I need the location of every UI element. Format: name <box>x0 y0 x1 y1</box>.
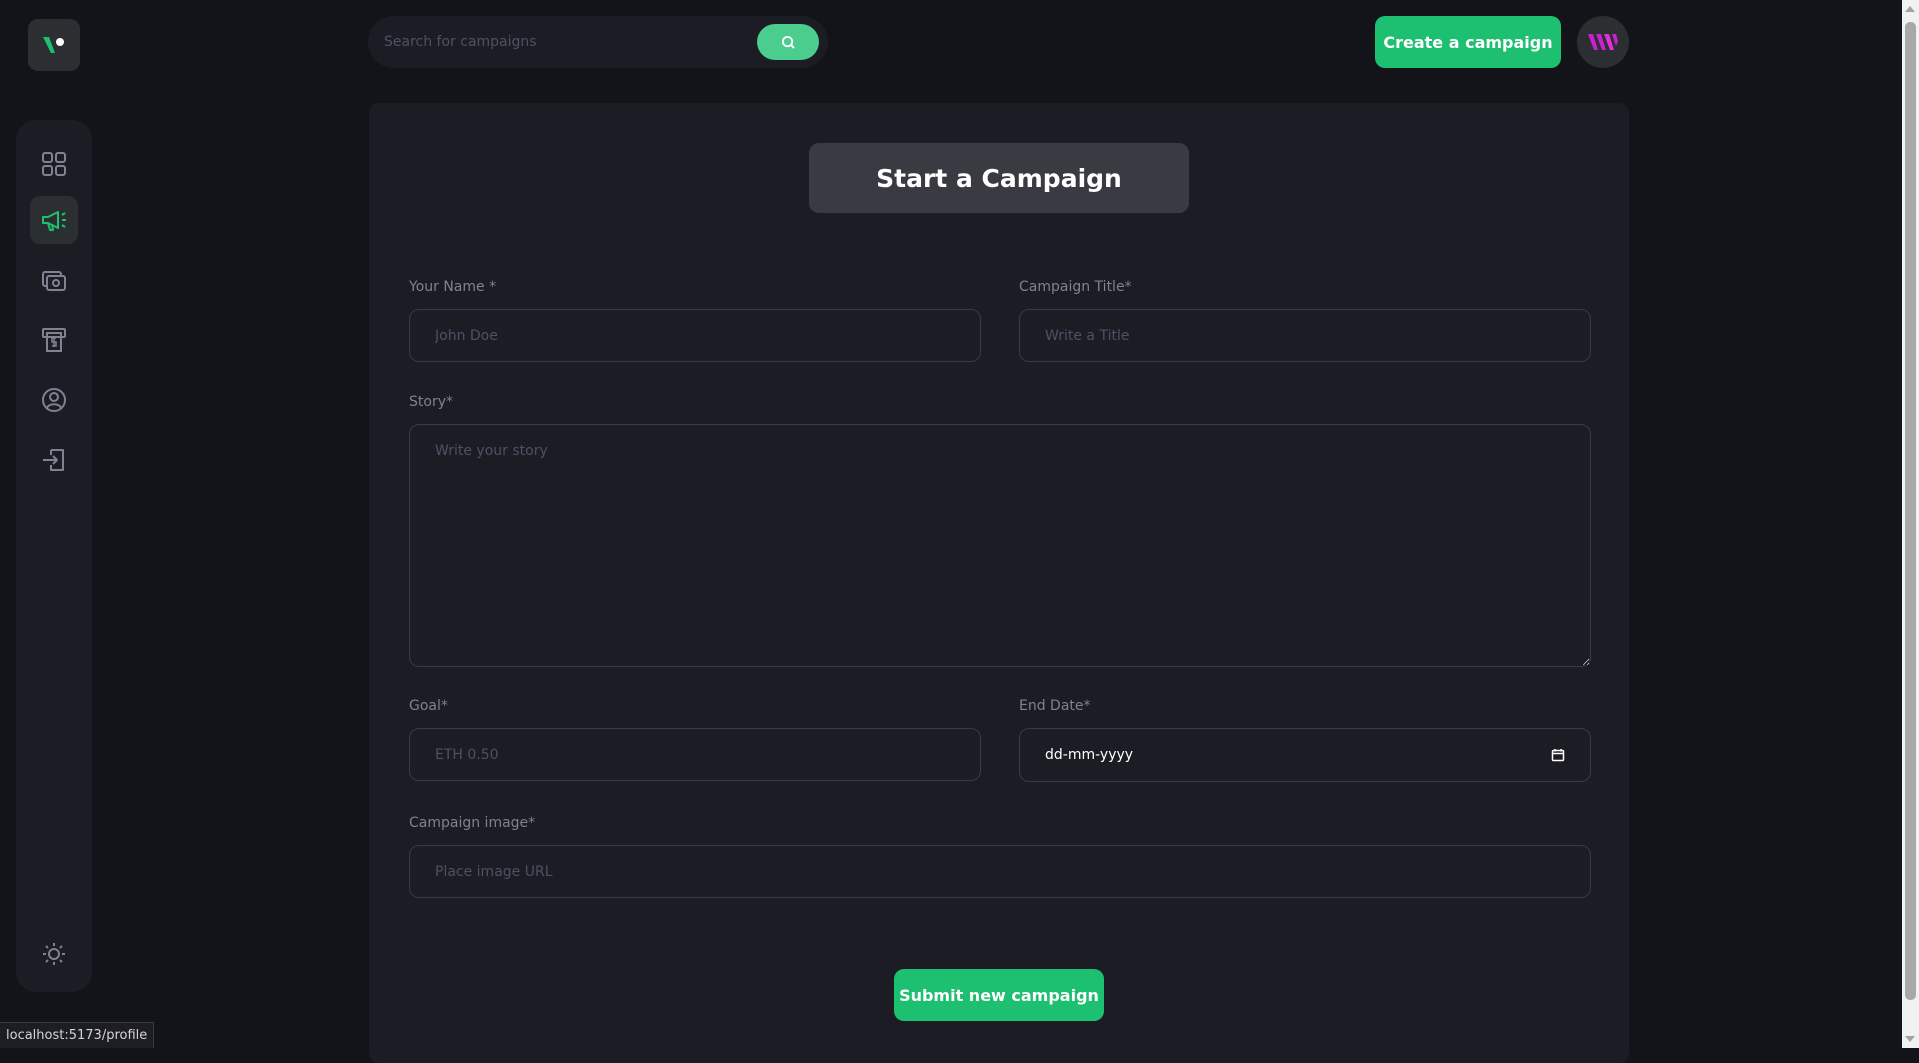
user-logo-icon <box>1588 34 1618 50</box>
search-icon <box>781 35 795 49</box>
status-bar-url: localhost:5173/profile <box>0 1022 155 1048</box>
campaign-title-input[interactable] <box>1019 309 1591 362</box>
campaign-image-label: Campaign image* <box>409 815 536 831</box>
campaign-image-input[interactable] <box>409 845 1591 898</box>
sidebar-item-withdraw[interactable] <box>30 316 78 364</box>
story-textarea[interactable] <box>409 424 1591 667</box>
sidebar-item-payment[interactable] <box>30 256 78 304</box>
scroll-up-arrow-icon[interactable] <box>1905 6 1915 12</box>
campaign-title-label: Campaign Title* <box>1019 279 1132 295</box>
sidebar-item-profile[interactable] <box>30 376 78 424</box>
payment-icon <box>42 271 66 291</box>
end-date-label: End Date* <box>1019 698 1091 714</box>
theme-toggle[interactable] <box>30 930 78 978</box>
avatar[interactable] <box>1577 16 1629 68</box>
sun-icon <box>43 943 65 965</box>
withdraw-icon <box>42 328 66 352</box>
name-input[interactable] <box>409 309 981 362</box>
logo-icon <box>43 37 64 53</box>
sidebar-item-campaign[interactable] <box>30 196 78 244</box>
campaign-megaphone-icon <box>42 211 66 231</box>
app-logo[interactable] <box>28 19 80 71</box>
create-campaign-button[interactable]: Create a campaign <box>1375 16 1561 68</box>
goal-input[interactable] <box>409 728 981 781</box>
submit-campaign-button[interactable]: Submit new campaign <box>894 969 1104 1021</box>
sidebar-item-dashboard[interactable] <box>30 140 78 188</box>
page-scrollbar[interactable] <box>1902 0 1919 1048</box>
scroll-down-arrow-icon[interactable] <box>1905 1036 1915 1042</box>
goal-label: Goal* <box>409 698 448 714</box>
scroll-thumb[interactable] <box>1905 22 1916 1000</box>
logout-icon <box>43 449 64 471</box>
name-label: Your Name * <box>409 279 497 295</box>
calendar-icon[interactable] <box>1551 748 1565 762</box>
search-input[interactable] <box>384 16 714 68</box>
form-title: Start a Campaign <box>809 143 1189 213</box>
sidebar-item-logout[interactable] <box>30 436 78 484</box>
campaign-form: Start a Campaign Your Name * Campaign Ti… <box>369 103 1629 1063</box>
profile-icon <box>42 388 66 412</box>
search-button[interactable] <box>757 24 819 60</box>
sidebar <box>16 120 92 992</box>
dashboard-icon <box>42 152 66 176</box>
end-date-value: dd-mm-yyyy <box>1045 747 1134 763</box>
story-label: Story* <box>409 394 453 410</box>
end-date-input[interactable]: dd-mm-yyyy <box>1019 728 1591 782</box>
search-bar <box>368 16 828 68</box>
